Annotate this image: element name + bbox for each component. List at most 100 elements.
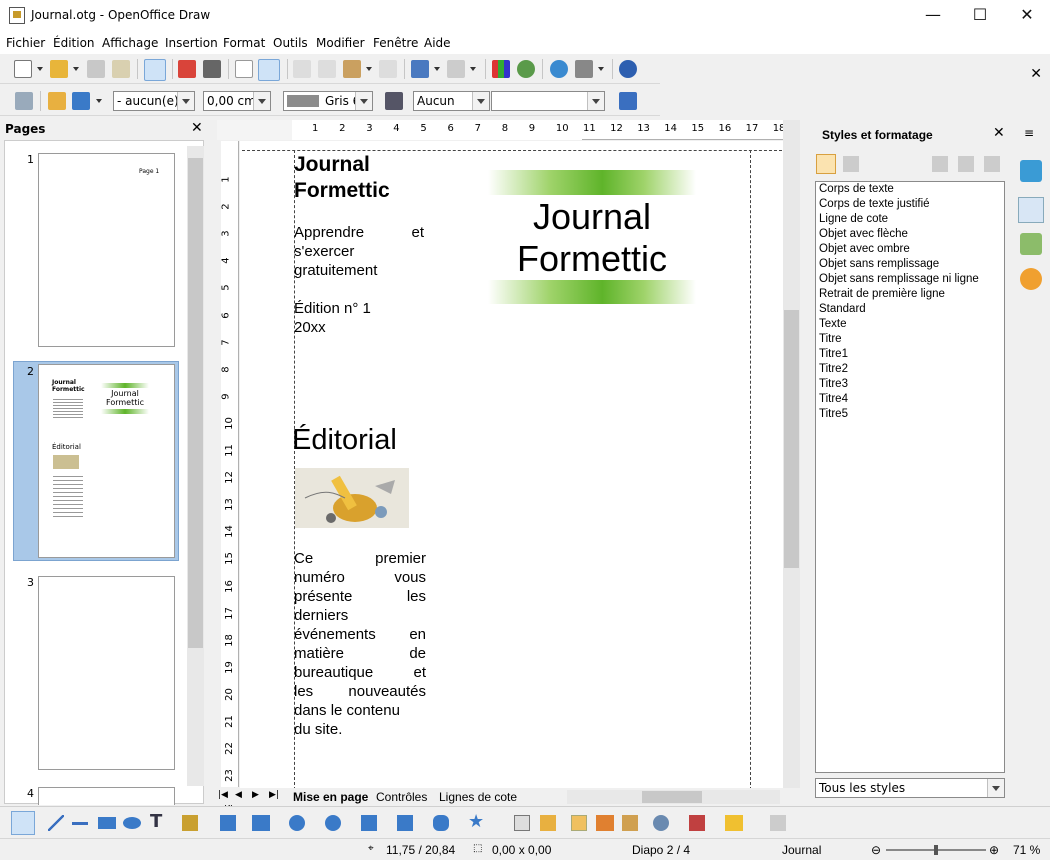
- menu-outils[interactable]: Outils: [273, 36, 308, 50]
- open-folder-icon[interactable]: [50, 60, 68, 78]
- extrusion-icon[interactable]: [770, 815, 786, 831]
- canvas-hscrollbar[interactable]: [567, 790, 780, 804]
- rectangle-tool-icon[interactable]: [98, 817, 116, 829]
- save-icon[interactable]: [87, 60, 105, 78]
- horizontal-ruler[interactable]: 12345678910111213141516171819: [217, 120, 813, 140]
- style-item[interactable]: Objet sans remplissage ni ligne: [819, 273, 979, 285]
- select-pointer-icon[interactable]: [11, 811, 35, 835]
- prev-tab-icon[interactable]: ◀: [235, 790, 242, 800]
- area-fill-icon[interactable]: [385, 92, 403, 110]
- glue-points-icon[interactable]: [540, 815, 556, 831]
- line-style-select[interactable]: - aucun(e)-: [113, 91, 195, 111]
- scroll-thumb[interactable]: [784, 310, 799, 568]
- tab-lignes-de-cote[interactable]: Lignes de cote: [439, 790, 517, 804]
- page-thumbnail-1[interactable]: Page 1: [38, 153, 175, 347]
- close-button[interactable]: ✕: [1004, 0, 1050, 32]
- from-file-icon[interactable]: [596, 815, 614, 831]
- fill-type-select[interactable]: Aucun: [413, 91, 490, 111]
- style-item[interactable]: Ligne de cote: [819, 213, 888, 225]
- maximize-button[interactable]: ☐: [957, 0, 1003, 32]
- document-canvas[interactable]: Journal Formettic Apprendre et s'exercer …: [242, 146, 782, 788]
- shadow-icon[interactable]: [619, 92, 637, 110]
- help-icon[interactable]: [619, 60, 637, 78]
- navigator-icon[interactable]: [550, 60, 568, 78]
- stars-icon[interactable]: ★: [468, 811, 484, 832]
- zoom-slider[interactable]: [886, 845, 986, 855]
- menu-format[interactable]: Format: [223, 36, 265, 50]
- vertical-ruler[interactable]: 123456789101112131415161718192021222324: [221, 141, 239, 809]
- tab-mise-en-page[interactable]: Mise en page: [293, 790, 368, 804]
- chevron-down-icon[interactable]: [587, 92, 604, 110]
- tab-controles[interactable]: Contrôles: [376, 790, 427, 804]
- journal-heading[interactable]: Journal Formettic: [294, 152, 390, 204]
- spellcheck-icon[interactable]: [235, 60, 253, 78]
- editorial-title[interactable]: Éditorial: [292, 423, 397, 457]
- menu-fichier[interactable]: Fichier: [6, 36, 45, 50]
- undo-icon[interactable]: [411, 60, 429, 78]
- gallery-tool-icon[interactable]: [622, 815, 638, 831]
- style-item[interactable]: Objet avec ombre: [819, 243, 910, 255]
- page-thumbnail-4[interactable]: [38, 787, 175, 805]
- style-item[interactable]: Titre1: [819, 348, 848, 360]
- styles-icon[interactable]: [15, 92, 33, 110]
- menu-fenetre[interactable]: Fenêtre: [373, 36, 418, 50]
- right-splitter[interactable]: [800, 118, 808, 806]
- rotate-icon[interactable]: [653, 815, 669, 831]
- menu-aide[interactable]: Aide: [424, 36, 451, 50]
- style-item[interactable]: Standard: [819, 303, 866, 315]
- menu-edition[interactable]: Édition: [53, 36, 95, 50]
- arrow-dropdown-icon[interactable]: [96, 99, 102, 103]
- style-item[interactable]: Titre3: [819, 378, 848, 390]
- left-splitter[interactable]: [208, 118, 216, 806]
- intro-text[interactable]: Apprendre et s'exercer gratuitement Éditi…: [294, 223, 424, 337]
- points-icon[interactable]: [514, 815, 530, 831]
- edit-mode-icon[interactable]: [144, 59, 166, 81]
- chart-icon[interactable]: [492, 60, 510, 78]
- gallery-sidebar-icon[interactable]: [1020, 233, 1042, 255]
- editorial-body[interactable]: Ce premier numéro vous présente les derniers év…: [294, 549, 426, 739]
- pages-scrollbar[interactable]: [187, 146, 204, 786]
- next-tab-icon[interactable]: ▶: [252, 790, 259, 800]
- fill-format-icon[interactable]: [932, 156, 948, 172]
- style-item[interactable]: Titre2: [819, 363, 848, 375]
- properties-icon[interactable]: [1020, 160, 1042, 182]
- gallery-icon[interactable]: [517, 60, 535, 78]
- paste-dropdown-icon[interactable]: [366, 67, 372, 71]
- menu-modifier[interactable]: Modifier: [316, 36, 365, 50]
- menu-affichage[interactable]: Affichage: [102, 36, 158, 50]
- chevron-down-icon[interactable]: [472, 92, 489, 110]
- close-document-icon[interactable]: ✕: [1030, 66, 1042, 82]
- styles-list[interactable]: Corps de texte Corps de texte justifié Lig…: [815, 181, 1005, 773]
- curve-tool-icon[interactable]: [182, 815, 198, 831]
- tab-navigation[interactable]: |◀ ◀ ▶ ▶|: [218, 790, 286, 804]
- zoom-dropdown-icon[interactable]: [598, 67, 604, 71]
- ellipse-tool-icon[interactable]: [123, 817, 141, 829]
- style-item[interactable]: Titre: [819, 333, 842, 345]
- style-item[interactable]: Objet sans remplissage: [819, 258, 939, 270]
- style-item[interactable]: Retrait de première ligne: [819, 288, 945, 300]
- scroll-thumb[interactable]: [642, 791, 702, 803]
- style-item[interactable]: Corps de texte: [819, 183, 894, 195]
- menu-insertion[interactable]: Insertion: [165, 36, 218, 50]
- connector-tool-icon[interactable]: [220, 815, 236, 831]
- new-dropdown-icon[interactable]: [37, 67, 43, 71]
- chevron-down-icon[interactable]: [987, 779, 1004, 797]
- zoom-slider-thumb[interactable]: [934, 845, 938, 855]
- page-thumbnail-2[interactable]: Journal Formettic Journal Formettic Édit…: [38, 364, 175, 558]
- redo-icon[interactable]: [447, 60, 465, 78]
- scroll-thumb[interactable]: [188, 158, 203, 648]
- first-tab-icon[interactable]: |◀: [218, 790, 228, 800]
- graphic-styles-icon[interactable]: [843, 156, 859, 172]
- email-icon[interactable]: [112, 60, 130, 78]
- style-item[interactable]: Corps de texte justifié: [819, 198, 930, 210]
- open-dropdown-icon[interactable]: [73, 67, 79, 71]
- navigator-sidebar-icon[interactable]: [1020, 268, 1042, 290]
- last-tab-icon[interactable]: ▶|: [269, 790, 279, 800]
- update-style-icon[interactable]: [984, 156, 1000, 172]
- fontwork-icon[interactable]: [571, 815, 587, 831]
- style-item[interactable]: Objet avec flèche: [819, 228, 908, 240]
- flowchart-icon[interactable]: [397, 815, 413, 831]
- chevron-down-icon[interactable]: [177, 92, 194, 110]
- styles-filter-select[interactable]: Tous les styles: [815, 778, 1005, 798]
- new-style-icon[interactable]: [958, 156, 974, 172]
